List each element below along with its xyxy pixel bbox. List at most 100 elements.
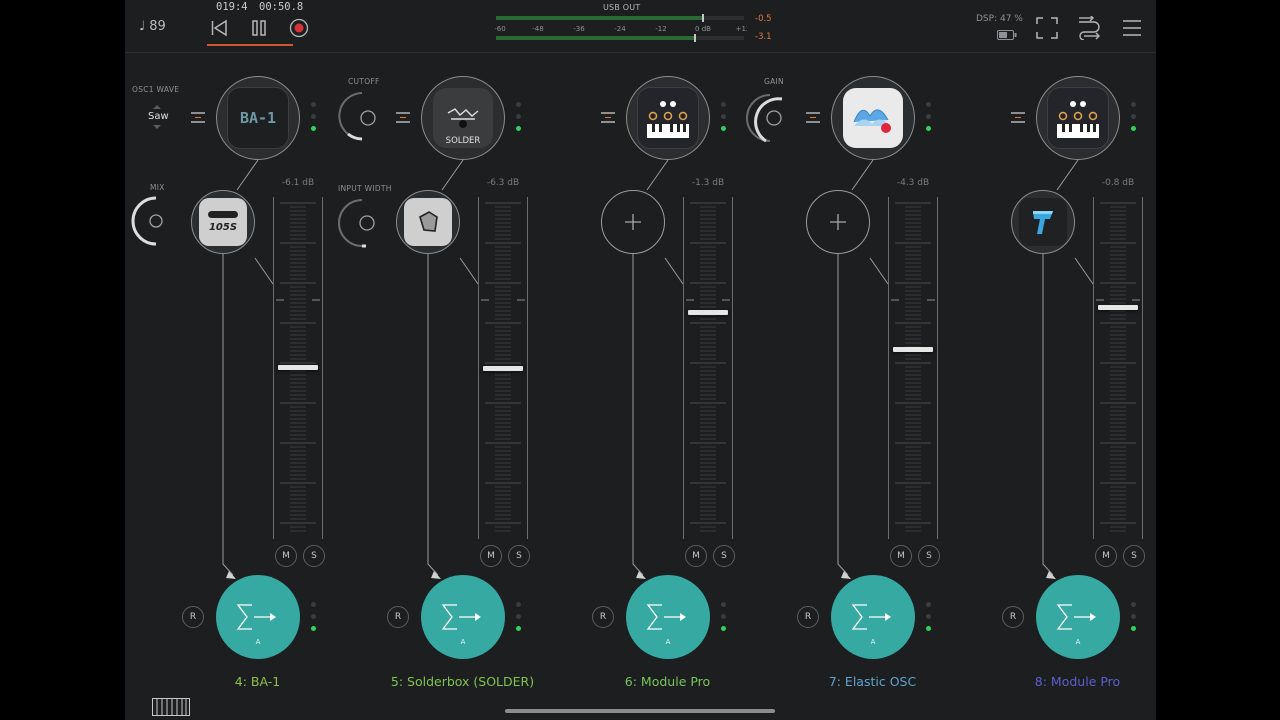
sum-icon (441, 604, 481, 630)
instrument-menu-icon[interactable] (806, 112, 820, 126)
instrument-menu-icon[interactable] (191, 112, 205, 126)
instrument-menu-icon[interactable] (601, 112, 615, 126)
instrument-slot[interactable] (1036, 76, 1120, 160)
record-arm-button[interactable]: R (592, 606, 614, 628)
routing-button[interactable] (1076, 15, 1102, 41)
instrument-slot[interactable]: BA-1 (216, 76, 300, 160)
top-bar: ♩ 89 019:4 00:50.8 USB OUT -60 -48 -36 -2 (125, 0, 1156, 53)
volume-fader[interactable] (273, 197, 323, 539)
fader-cap[interactable] (1098, 305, 1138, 310)
solo-button[interactable]: S (713, 545, 735, 567)
mute-button[interactable]: M (890, 545, 912, 567)
meter-peak-bottom: -3.1 (755, 32, 772, 42)
fader-cap[interactable] (688, 310, 728, 315)
fader-cap[interactable] (893, 347, 933, 352)
channel-strip-module-pro: -1.3 dB M S R A 6: Module Pro (535, 52, 740, 720)
pause-button[interactable] (247, 16, 271, 40)
volume-fader[interactable] (888, 197, 938, 539)
param-top-label: CUTOFF (348, 77, 380, 86)
rewind-button[interactable] (207, 16, 231, 40)
gain-knob[interactable] (744, 92, 796, 144)
channel-strip-module-pro-2: -0.8 dB M S R A 8: Module Pro (945, 52, 1150, 720)
rewind-icon (211, 19, 227, 37)
bus-send-button[interactable]: A (626, 575, 710, 659)
solo-button[interactable]: S (303, 545, 325, 567)
strip-name[interactable]: 8: Module Pro (945, 674, 1156, 689)
bus-send-button[interactable]: A (216, 575, 300, 659)
output-meter: -60 -48 -36 -24 -12 0 dB +12 (494, 14, 750, 42)
sum-icon (851, 604, 891, 630)
instrument-slot[interactable] (831, 76, 915, 160)
meter-scale-label: +12 (736, 25, 747, 33)
record-button[interactable] (287, 16, 311, 40)
solo-button[interactable]: S (508, 545, 530, 567)
effect-slot[interactable] (1011, 190, 1075, 254)
routing-icon (1079, 16, 1100, 40)
instrument-slot[interactable] (421, 76, 505, 160)
fullscreen-button[interactable] (1034, 15, 1060, 41)
mute-button[interactable]: M (1095, 545, 1117, 567)
mixer-app: ♩ 89 019:4 00:50.8 USB OUT -60 -48 -36 -2 (125, 0, 1156, 720)
record-arm-button[interactable]: R (797, 606, 819, 628)
record-arm-button[interactable]: R (1002, 606, 1024, 628)
fader-scale (891, 202, 935, 532)
keyboard-icon[interactable] (152, 698, 190, 716)
sum-icon (1056, 604, 1096, 630)
bus-send-button[interactable]: A (1036, 575, 1120, 659)
add-plugin-icon (625, 214, 641, 230)
menu-icon (1123, 20, 1141, 36)
add-effect-slot[interactable] (601, 190, 665, 254)
instrument-menu-icon[interactable] (396, 112, 410, 126)
home-indicator (505, 709, 775, 713)
bus-label: A (1075, 638, 1081, 646)
bus-send-button[interactable]: A (831, 575, 915, 659)
mix-knob[interactable] (130, 195, 182, 247)
module-pro-icon (1047, 87, 1109, 149)
bus-label: A (460, 638, 466, 646)
meter-scale-label: -24 (614, 25, 626, 33)
instrument-slot[interactable] (626, 76, 710, 160)
tempo-display[interactable]: ♩ 89 (139, 19, 166, 34)
elastic-osc-icon (843, 88, 903, 148)
mute-button[interactable]: M (685, 545, 707, 567)
input-width-knob[interactable] (336, 197, 388, 249)
meter-scale-label: 0 dB (695, 25, 711, 33)
mute-button[interactable]: M (480, 545, 502, 567)
add-effect-slot[interactable] (806, 190, 870, 254)
instrument-menu-icon[interactable] (1011, 112, 1025, 126)
param-top-value[interactable]: Saw (148, 111, 169, 122)
cutoff-knob[interactable] (336, 90, 388, 142)
fader-db-readout: -6.1 dB (281, 178, 315, 188)
meter-graphic: -60 -48 -36 -24 -12 0 dB +12 (494, 14, 750, 42)
record-arm-button[interactable]: R (387, 606, 409, 628)
fader-cap[interactable] (483, 366, 523, 371)
volume-fader[interactable] (1093, 197, 1143, 539)
effect-slot[interactable]: 105S (191, 190, 255, 254)
solo-button[interactable]: S (1123, 545, 1145, 567)
add-plugin-icon (830, 214, 846, 230)
meter-peak-top: -0.5 (755, 14, 772, 24)
fader-scale (1096, 202, 1140, 532)
position-time: 00:50.8 (259, 1, 304, 13)
mute-button[interactable]: M (275, 545, 297, 567)
bus-label: A (255, 638, 261, 646)
channel-strip-ba1: OSC1 WAVE Saw MIX BA-1 105S -6.1 dB M S … (125, 52, 330, 720)
bus-send-button[interactable]: A (421, 575, 505, 659)
param-top-label: OSC1 WAVE (132, 85, 180, 94)
record-arm-button[interactable]: R (182, 606, 204, 628)
sum-icon (236, 604, 276, 630)
ba1-synth-icon: BA-1 (227, 87, 289, 149)
fader-db-readout: -4.3 dB (896, 178, 930, 188)
solo-button[interactable]: S (918, 545, 940, 567)
dsp-load: DSP: 47 % (976, 14, 1023, 24)
meter-title: USB OUT (603, 3, 641, 12)
blue-shape-effect-icon (1019, 198, 1067, 246)
volume-fader[interactable] (478, 197, 528, 539)
effect-slot[interactable] (396, 190, 460, 254)
fader-cap[interactable] (278, 365, 318, 370)
menu-button[interactable] (1120, 16, 1144, 40)
stone-effect-icon (404, 198, 452, 246)
meter-scale-label: -12 (655, 25, 666, 33)
channel-strip-elastic-osc: GAIN -4.3 dB M S R A 7: Elastic OSC (740, 52, 945, 720)
volume-fader[interactable] (683, 197, 733, 539)
